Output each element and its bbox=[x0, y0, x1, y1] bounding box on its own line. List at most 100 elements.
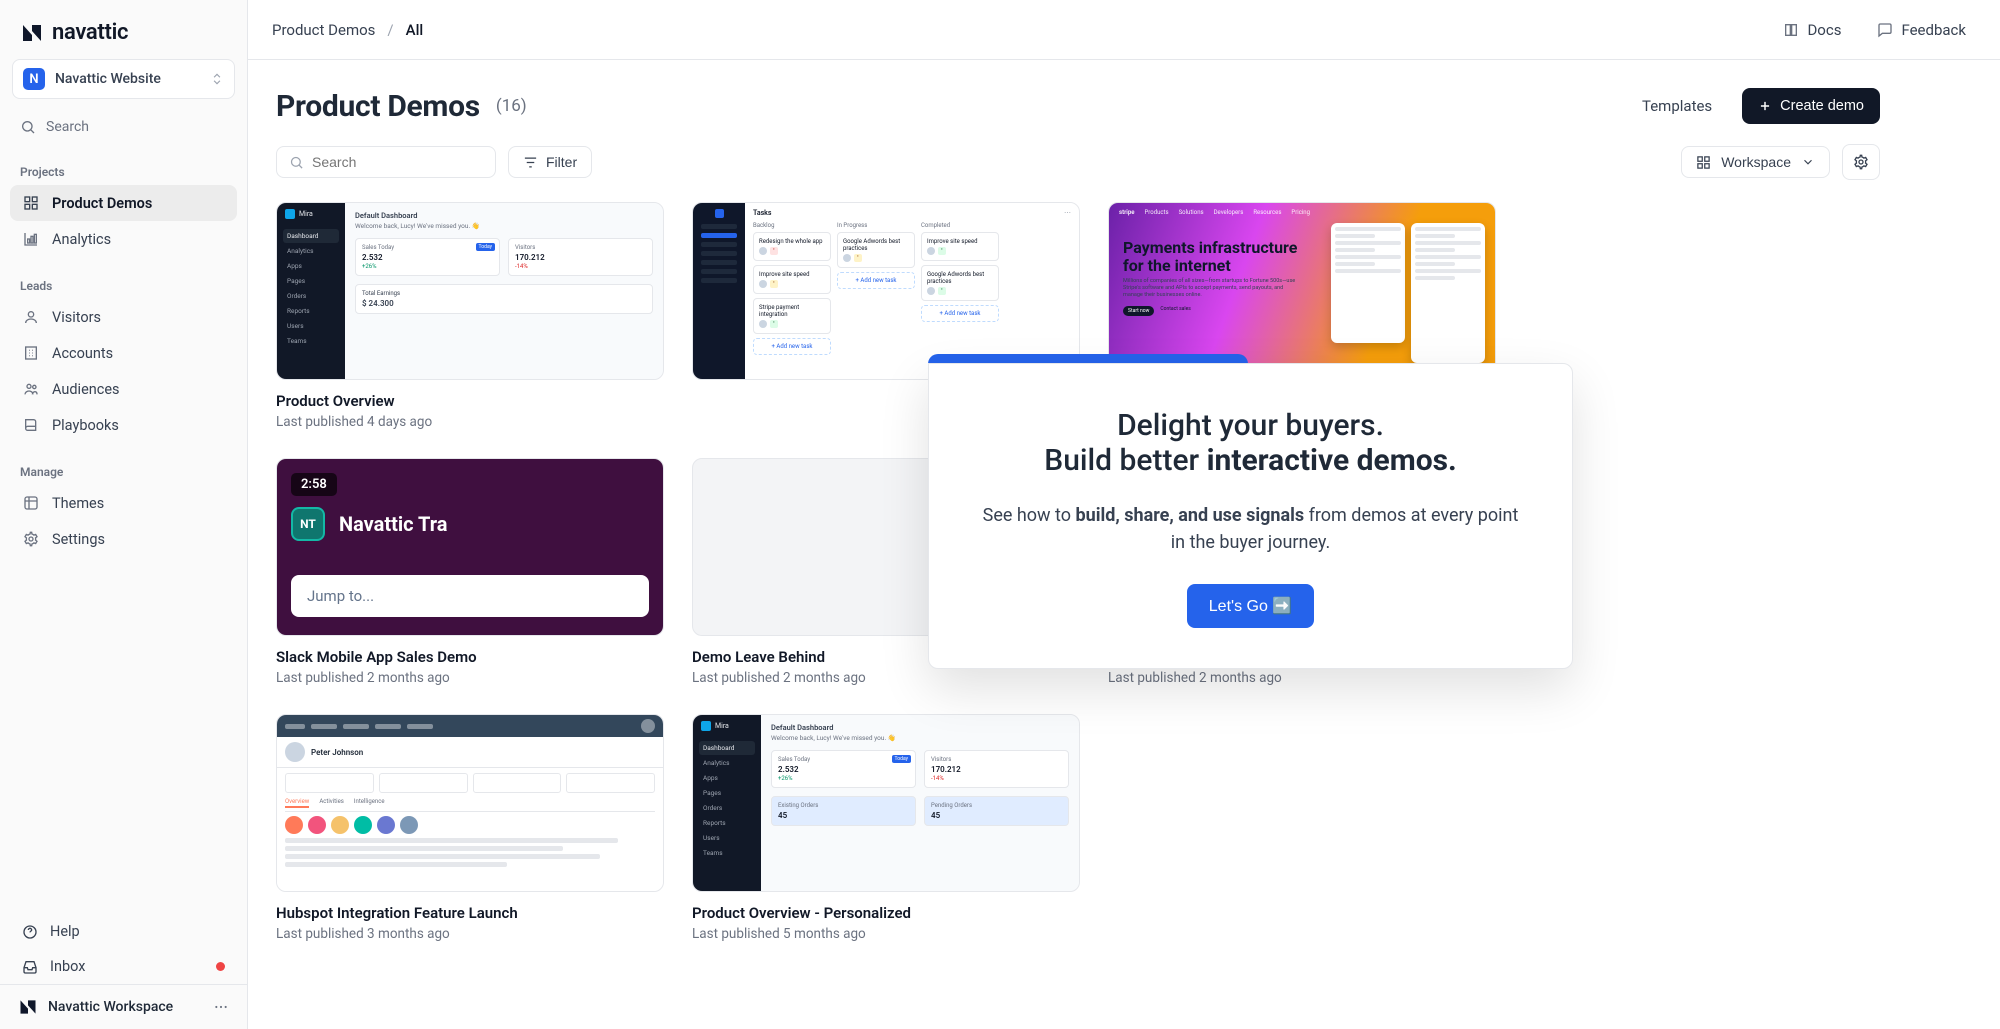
search-input[interactable] bbox=[312, 154, 483, 170]
plus-icon bbox=[1758, 99, 1772, 113]
chevron-up-down-icon bbox=[210, 72, 224, 86]
topbar: Product Demos / All Docs Feedback bbox=[248, 0, 2000, 60]
building-icon bbox=[22, 344, 40, 362]
demo-title[interactable]: Slack Mobile App Sales Demo bbox=[276, 648, 664, 666]
demo-thumbnail[interactable]: Peter Johnson OverviewActivitiesIntellig… bbox=[276, 714, 664, 892]
section-label: Manage bbox=[0, 461, 247, 485]
demo-card: Peter Johnson OverviewActivitiesIntellig… bbox=[276, 714, 664, 942]
search-label: Search bbox=[46, 119, 89, 135]
docs-link[interactable]: Docs bbox=[1773, 15, 1851, 45]
demo-card: Mira Dashboard Analytics Apps Pages Orde… bbox=[276, 202, 664, 430]
nav-label: Product Demos bbox=[52, 195, 152, 212]
nav-section-projects: Projects Product Demos Analytics bbox=[0, 161, 247, 257]
inbox-label: Inbox bbox=[50, 958, 85, 975]
demo-meta: Last published 4 days ago bbox=[276, 414, 664, 430]
gear-icon bbox=[22, 530, 40, 548]
workspace-name: Navattic Website bbox=[55, 71, 200, 87]
nav-label: Playbooks bbox=[52, 417, 119, 434]
feedback-link[interactable]: Feedback bbox=[1867, 15, 1976, 45]
demo-meta: Last published 2 months ago bbox=[692, 670, 1080, 686]
templates-link[interactable]: Templates bbox=[1628, 89, 1726, 123]
demo-title[interactable]: Hubspot Integration Feature Launch bbox=[276, 904, 664, 922]
sidebar-help[interactable]: Help bbox=[0, 914, 247, 949]
palette-icon bbox=[22, 494, 40, 512]
sidebar: navattic N Navattic Website Search Proje… bbox=[0, 0, 248, 1029]
demo-meta: Last published 3 months ago bbox=[276, 926, 664, 942]
popover-body: See how to build, share, and use signals… bbox=[979, 502, 1522, 556]
filter-label: Filter bbox=[546, 154, 577, 170]
book-icon bbox=[1783, 22, 1799, 38]
sidebar-inbox[interactable]: Inbox bbox=[0, 949, 247, 984]
popover-cta-button[interactable]: Let's Go ➡️ bbox=[1187, 584, 1314, 628]
breadcrumb-item[interactable]: All bbox=[406, 21, 424, 39]
sidebar-item-accounts[interactable]: Accounts bbox=[10, 335, 237, 371]
sidebar-item-settings[interactable]: Settings bbox=[10, 521, 237, 557]
popover-headline: Delight your buyers. Build better intera… bbox=[979, 408, 1522, 478]
demo-meta: Last published 2 months ago bbox=[1108, 670, 1496, 686]
onboarding-popover: Delight your buyers. Build better intera… bbox=[928, 354, 1573, 669]
brand-logo[interactable]: navattic bbox=[0, 0, 247, 59]
docs-label: Docs bbox=[1807, 21, 1841, 39]
unread-indicator bbox=[216, 962, 225, 971]
nav-label: Audiences bbox=[52, 381, 120, 398]
feedback-label: Feedback bbox=[1901, 21, 1966, 39]
nav-label: Themes bbox=[52, 495, 104, 512]
sidebar-item-playbooks[interactable]: Playbooks bbox=[10, 407, 237, 443]
sidebar-search[interactable]: Search bbox=[12, 113, 235, 141]
demo-card: Mira Dashboard Analytics Apps Pages Orde… bbox=[692, 714, 1080, 942]
controls-row: Filter Workspace bbox=[276, 144, 1880, 180]
nav-label: Visitors bbox=[52, 309, 101, 326]
video-duration-badge: 2:58 bbox=[291, 473, 337, 496]
section-label: Projects bbox=[0, 161, 247, 185]
book-icon bbox=[22, 416, 40, 434]
gear-icon bbox=[1853, 154, 1869, 170]
user-icon bbox=[22, 308, 40, 326]
search-icon bbox=[20, 119, 36, 135]
sidebar-item-themes[interactable]: Themes bbox=[10, 485, 237, 521]
workspace-view-button[interactable]: Workspace bbox=[1681, 146, 1830, 178]
users-icon bbox=[22, 380, 40, 398]
filter-button[interactable]: Filter bbox=[508, 146, 592, 178]
chart-icon bbox=[22, 230, 40, 248]
breadcrumbs: Product Demos / All bbox=[272, 21, 423, 39]
demo-thumbnail[interactable]: Mira Dashboard Analytics Apps Pages Orde… bbox=[276, 202, 664, 380]
more-icon bbox=[213, 999, 229, 1015]
sidebar-item-product-demos[interactable]: Product Demos bbox=[10, 185, 237, 221]
footer-workspace-switcher[interactable]: Navattic Workspace bbox=[0, 984, 247, 1029]
demo-meta: Last published 2 months ago bbox=[276, 670, 664, 686]
filter-icon bbox=[523, 155, 538, 170]
sidebar-item-analytics[interactable]: Analytics bbox=[10, 221, 237, 257]
page-count: (16) bbox=[496, 96, 527, 116]
chevron-down-icon bbox=[1801, 155, 1815, 169]
search-input-wrap[interactable] bbox=[276, 146, 496, 178]
grid-icon bbox=[1696, 155, 1711, 170]
breadcrumb-item[interactable]: Product Demos bbox=[272, 21, 375, 39]
workspace-badge: N bbox=[23, 68, 45, 90]
breadcrumb-separator: / bbox=[387, 21, 393, 39]
main: Product Demos / All Docs Feedback Produc… bbox=[248, 0, 2000, 1029]
page-title: Product Demos bbox=[276, 89, 480, 124]
create-demo-button[interactable]: Create demo bbox=[1742, 88, 1880, 124]
nav-section-leads: Leads Visitors Accounts Audiences Playbo… bbox=[0, 275, 247, 443]
footer-workspace-name: Navattic Workspace bbox=[48, 999, 173, 1015]
help-icon bbox=[22, 924, 38, 940]
grid-icon bbox=[22, 194, 40, 212]
demo-card: 2:58 NT Navattic Tra Jump to... Slack Mo… bbox=[276, 458, 664, 686]
demo-thumbnail[interactable]: 2:58 NT Navattic Tra Jump to... bbox=[276, 458, 664, 636]
search-icon bbox=[289, 155, 304, 170]
page-header: Product Demos (16) Templates Create demo bbox=[276, 88, 1880, 124]
demo-title[interactable]: Product Overview bbox=[276, 392, 664, 410]
demo-title[interactable]: Product Overview - Personalized bbox=[692, 904, 1080, 922]
sidebar-item-audiences[interactable]: Audiences bbox=[10, 371, 237, 407]
nav-label: Analytics bbox=[52, 231, 111, 248]
sidebar-item-visitors[interactable]: Visitors bbox=[10, 299, 237, 335]
demo-thumbnail[interactable]: Mira Dashboard Analytics Apps Pages Orde… bbox=[692, 714, 1080, 892]
help-label: Help bbox=[50, 923, 80, 940]
navattic-logo-icon bbox=[20, 21, 44, 45]
create-demo-label: Create demo bbox=[1780, 98, 1864, 114]
workspace-switcher[interactable]: N Navattic Website bbox=[12, 59, 235, 99]
nav-label: Accounts bbox=[52, 345, 113, 362]
demo-meta: Last published 5 months ago bbox=[692, 926, 1080, 942]
inbox-icon bbox=[22, 959, 38, 975]
view-settings-button[interactable] bbox=[1842, 144, 1880, 180]
